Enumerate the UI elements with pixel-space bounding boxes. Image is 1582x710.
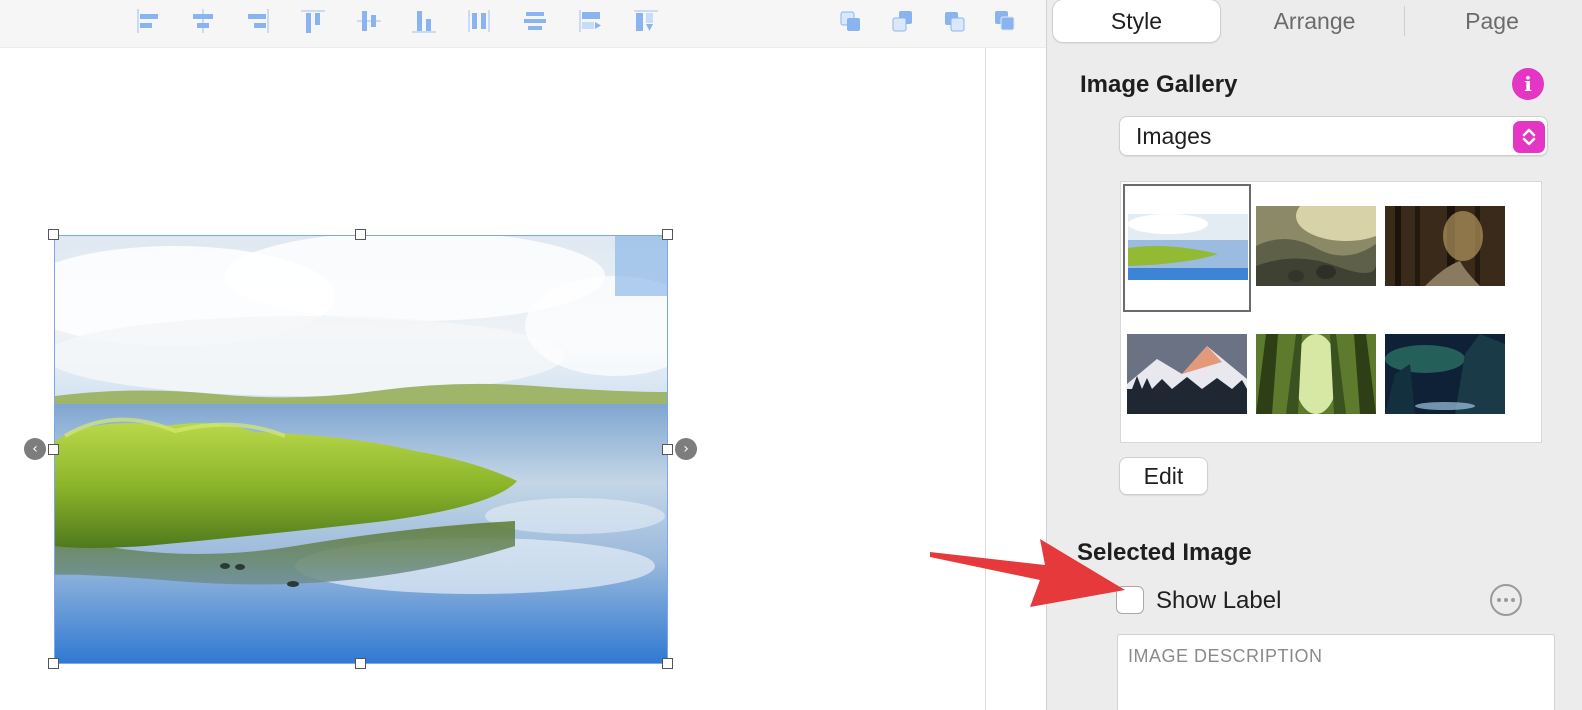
thumbnail-bamboo-forest[interactable] xyxy=(1256,334,1376,414)
previous-image-arrow-icon[interactable]: ‹ xyxy=(24,438,46,460)
chevron-up-down-icon xyxy=(1513,121,1545,153)
resize-handle-top-right[interactable] xyxy=(662,229,673,240)
thumbnail-dark-forest-path[interactable] xyxy=(1385,206,1505,286)
align-middle-icon[interactable] xyxy=(352,6,386,36)
align-center-icon[interactable] xyxy=(186,6,220,36)
align-right-icon[interactable] xyxy=(241,6,275,36)
image-description-field[interactable]: IMAGE DESCRIPTION xyxy=(1117,634,1555,710)
image-description-placeholder: IMAGE DESCRIPTION xyxy=(1128,646,1323,666)
align-left-icon[interactable] xyxy=(131,6,165,36)
resize-handle-bottom-right[interactable] xyxy=(662,658,673,669)
annotation-arrow-icon xyxy=(930,539,1125,607)
send-backward-icon[interactable] xyxy=(988,6,1022,36)
thumbnail-lake-grass[interactable] xyxy=(1123,184,1251,312)
match-width-icon[interactable] xyxy=(573,6,607,36)
resize-handle-top[interactable] xyxy=(355,229,366,240)
show-label-text[interactable]: Show Label xyxy=(1156,587,1281,615)
tab-page[interactable]: Page xyxy=(1407,0,1577,42)
distribute-horizontal-icon[interactable] xyxy=(462,6,496,36)
thumbnail-misty-mountains[interactable] xyxy=(1256,206,1376,286)
info-icon[interactable]: i xyxy=(1512,68,1544,100)
inspector-tabs: Style Arrange Page xyxy=(1047,0,1582,44)
thumbnail-aurora-night[interactable] xyxy=(1385,334,1505,414)
gallery-source-select[interactable]: Images xyxy=(1119,116,1548,156)
resize-handle-top-left[interactable] xyxy=(48,229,59,240)
more-options-icon[interactable] xyxy=(1490,584,1522,616)
thumbnail-snowy-peaks[interactable] xyxy=(1127,334,1247,414)
align-top-icon[interactable] xyxy=(296,6,330,36)
next-image-arrow-icon[interactable]: › xyxy=(675,438,697,460)
send-to-back-icon[interactable] xyxy=(886,6,920,36)
bring-to-front-icon[interactable] xyxy=(834,6,868,36)
gallery-main-image[interactable] xyxy=(54,235,668,664)
tab-style[interactable]: Style xyxy=(1053,0,1220,42)
image-gallery-title: Image Gallery xyxy=(1080,71,1238,98)
resize-handle-bottom[interactable] xyxy=(355,658,366,669)
distribute-vertical-icon[interactable] xyxy=(518,6,552,36)
tab-separator xyxy=(1404,6,1405,36)
align-bottom-icon[interactable] xyxy=(407,6,441,36)
select-value: Images xyxy=(1136,123,1212,149)
edit-gallery-button[interactable]: Edit xyxy=(1119,457,1208,495)
thumbnail-grid xyxy=(1120,181,1542,443)
resize-handle-left[interactable] xyxy=(48,444,59,455)
resize-handle-right[interactable] xyxy=(662,444,673,455)
toolbar xyxy=(0,0,1046,48)
app-window: ‹ › Style Arrange Page Image Gallery i I… xyxy=(0,0,1582,710)
bring-forward-icon[interactable] xyxy=(938,6,972,36)
tab-arrange[interactable]: Arrange xyxy=(1227,0,1402,42)
match-height-icon[interactable] xyxy=(629,6,663,36)
resize-handle-bottom-left[interactable] xyxy=(48,658,59,669)
